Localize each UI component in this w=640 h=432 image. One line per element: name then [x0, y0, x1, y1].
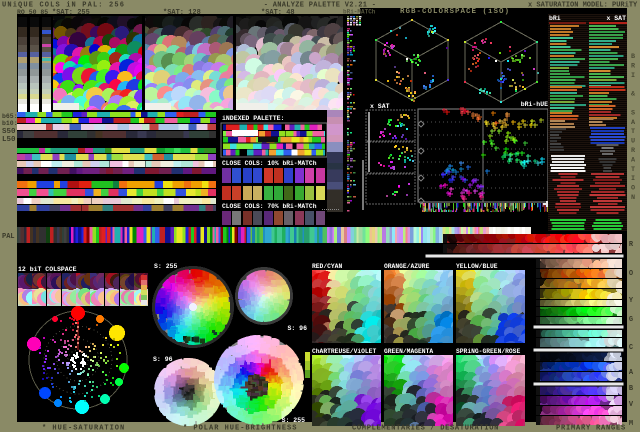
svg-text:x SAT: x SAT: [606, 15, 626, 22]
svg-text:N: N: [631, 194, 635, 202]
svg-text:S: 96: S: 96: [287, 325, 307, 332]
svg-text:S: 96: S: 96: [153, 356, 173, 363]
svg-text:x SAT: x SAT: [370, 103, 390, 110]
svg-text:YELLOW/BLUE: YELLOW/BLUE: [456, 263, 498, 270]
svg-text:U: U: [631, 138, 635, 146]
svg-text:PAL: PAL: [2, 233, 15, 241]
svg-text:S: S: [631, 109, 635, 117]
svg-text:12 biT COLSPACE: 12 biT COLSPACE: [18, 266, 77, 273]
svg-text:CLOSE COLS: 70% bRi-MATCh: CLOSE COLS: 70% bRi-MATCh: [222, 203, 317, 210]
svg-text:RO 50 85: RO 50 85: [17, 9, 48, 16]
svg-text:S: 255: S: 255: [154, 263, 178, 270]
svg-text:B: B: [631, 53, 635, 61]
svg-text:GREEN/MAGENTA: GREEN/MAGENTA: [384, 348, 433, 355]
svg-text:bRi-hUE: bRi-hUE: [521, 101, 548, 108]
svg-text:ORANGE/AZURE: ORANGE/AZURE: [384, 263, 430, 270]
svg-text:*SAT: 48: *SAT: 48: [261, 9, 295, 17]
svg-text:I: I: [631, 175, 635, 183]
svg-text:T: T: [631, 128, 635, 136]
svg-text:RED/CYAN: RED/CYAN: [312, 263, 342, 270]
svg-text:bRi-MATCh: bRi-MATCh: [343, 9, 376, 16]
svg-text:CLOSE COLS: 10% bRi-MATCh: CLOSE COLS: 10% bRi-MATCh: [222, 160, 317, 167]
svg-text:T: T: [631, 166, 635, 174]
svg-text:bRi: bRi: [549, 15, 561, 22]
svg-text:ChARTREUSE/ViOLET: ChARTREUSE/ViOLET: [312, 348, 376, 355]
svg-text:*SAT: 255: *SAT: 255: [52, 9, 90, 17]
svg-text:I: I: [631, 72, 635, 80]
svg-text:O: O: [631, 185, 635, 193]
svg-text:S: 255: S: 255: [282, 417, 306, 424]
svg-text:SPRiNG-GREEN/ROSE: SPRiNG-GREEN/ROSE: [456, 348, 520, 355]
svg-text:iNDEXED PALETTE:: iNDEXED PALETTE:: [222, 115, 284, 122]
svg-text:*SAT: 128: *SAT: 128: [163, 9, 201, 17]
svg-text:x SATURATION MODEL: PURiTY: x SATURATION MODEL: PURiTY: [528, 2, 638, 10]
svg-text:RGB-COLORSPACE (iSO): RGB-COLORSPACE (iSO): [400, 8, 510, 16]
